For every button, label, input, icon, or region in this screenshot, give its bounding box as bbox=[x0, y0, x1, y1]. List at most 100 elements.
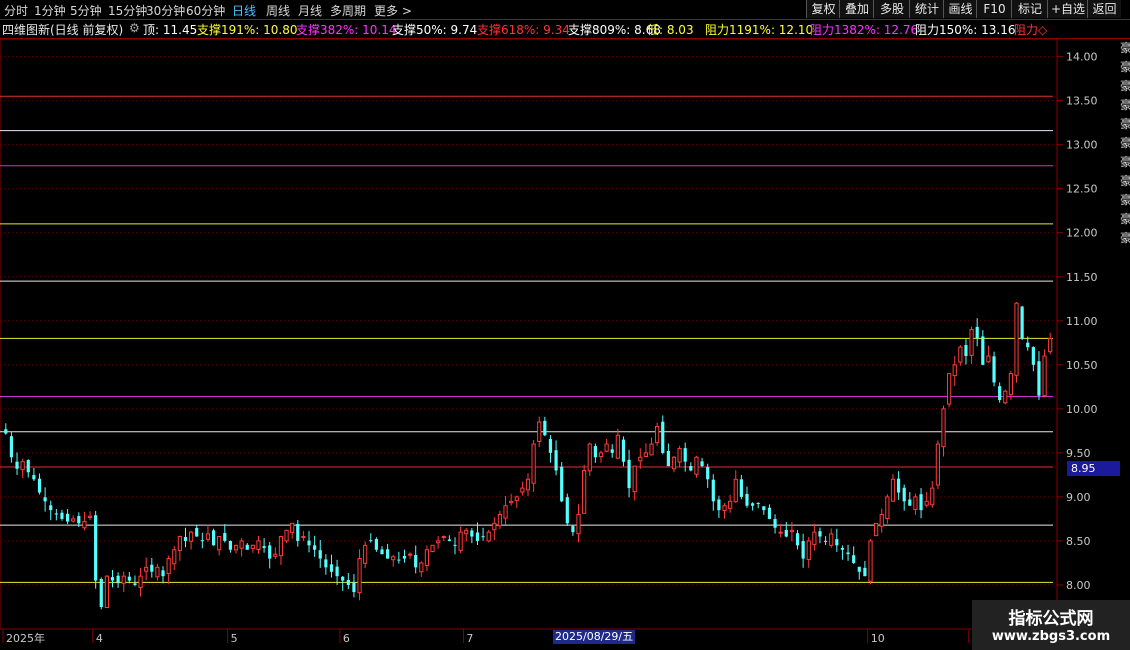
candle-body bbox=[1008, 373, 1013, 396]
candle-body bbox=[87, 515, 93, 519]
candle-body bbox=[407, 553, 413, 556]
candle-body bbox=[161, 570, 165, 577]
candle-body bbox=[919, 494, 923, 511]
candle-body bbox=[1031, 347, 1035, 365]
candle-body bbox=[868, 540, 873, 582]
candle-body bbox=[598, 452, 604, 458]
candle-body bbox=[683, 448, 687, 462]
candle-body bbox=[374, 539, 378, 550]
candle-body bbox=[189, 531, 194, 542]
toolbar-button[interactable]: 标记 bbox=[1011, 0, 1048, 18]
timeframe-tab[interactable]: 15分钟 bbox=[108, 2, 147, 19]
timeframe-tab[interactable]: 周线 bbox=[266, 2, 290, 19]
candle-body bbox=[812, 531, 817, 545]
candle-body bbox=[857, 566, 861, 572]
x-tick-label: 7 bbox=[466, 632, 473, 645]
indicator-title[interactable]: 四维图新(日线 前复权) bbox=[2, 21, 123, 38]
candle-body bbox=[324, 559, 328, 568]
candle-body bbox=[773, 518, 777, 528]
timeframe-tab[interactable]: 日线 bbox=[232, 2, 256, 19]
toolbar-button[interactable]: 复权 bbox=[806, 0, 840, 18]
candle-body bbox=[121, 575, 126, 584]
candle-body bbox=[256, 540, 261, 550]
candle-body bbox=[795, 533, 800, 546]
candle-body bbox=[874, 522, 879, 537]
candle-body bbox=[200, 540, 204, 542]
candle-body bbox=[4, 429, 8, 434]
candle-body bbox=[560, 466, 564, 502]
candle-body bbox=[262, 546, 266, 548]
candle-body bbox=[453, 544, 457, 546]
toolbar-button[interactable]: F10 bbox=[976, 0, 1012, 18]
indicator-value: 支撑50%: 9.74 bbox=[392, 23, 478, 37]
candle-body bbox=[464, 529, 469, 535]
timeframe-toolbar: 分时 1分钟 5分钟 15分钟 30分钟 60分钟 日线 周线 月线 多周期 更多 > 复权 叠加 多股统… bbox=[0, 0, 1130, 20]
side-panel-strip: 豪豪豪豪豪豪豪豪豪豪豪 bbox=[1120, 41, 1130, 245]
candle-body bbox=[627, 459, 631, 489]
timeframe-tab[interactable]: 分时 bbox=[4, 2, 28, 19]
candle-body bbox=[15, 461, 19, 469]
candle-body bbox=[20, 461, 25, 471]
toolbar-button[interactable]: 画线 bbox=[943, 0, 977, 18]
candle-body bbox=[890, 478, 896, 502]
x-tick-label: 6 bbox=[343, 632, 350, 645]
candle-body bbox=[700, 461, 704, 467]
candle-body bbox=[762, 506, 766, 511]
candle-body bbox=[497, 514, 503, 527]
candle-body bbox=[750, 503, 755, 506]
candle-body bbox=[615, 434, 620, 459]
candle-body bbox=[829, 533, 834, 546]
x-tick-label: 2025年 bbox=[6, 631, 45, 645]
candle-body bbox=[543, 420, 547, 436]
candle-body bbox=[481, 536, 485, 538]
candle-body bbox=[986, 355, 991, 363]
toolbar-button[interactable]: 叠加 bbox=[839, 0, 874, 18]
timeframe-tab[interactable]: 更多 > bbox=[374, 2, 412, 19]
candle-body bbox=[166, 558, 171, 575]
candlestick-chart[interactable]: 14.00 13.50 13.00 12.50 12.00 11.50 11.00 10.50… bbox=[0, 39, 1120, 650]
settings-gear-icon[interactable]: ⚙ bbox=[129, 21, 140, 35]
timeframe-tab[interactable]: 30分钟 bbox=[146, 2, 185, 19]
y-tick-label: 13.50 bbox=[1066, 95, 1098, 108]
candle-body bbox=[116, 575, 120, 584]
y-tick-label: 10.50 bbox=[1066, 359, 1098, 372]
toolbar-button[interactable]: 多股 bbox=[873, 0, 910, 18]
candle-body bbox=[806, 540, 811, 560]
candle-body bbox=[133, 583, 137, 585]
y-tick-label: 12.50 bbox=[1066, 183, 1098, 196]
candle-body bbox=[902, 487, 906, 502]
y-tick-label: 14.00 bbox=[1066, 51, 1098, 64]
candle-body bbox=[835, 539, 839, 546]
candle-body bbox=[150, 564, 154, 572]
candle-body bbox=[386, 549, 390, 559]
timeframe-tab[interactable]: 5分钟 bbox=[70, 2, 102, 19]
candle-body bbox=[273, 553, 278, 557]
timeframe-tab[interactable]: 多周期 bbox=[330, 2, 366, 19]
candle-body bbox=[65, 513, 70, 522]
timeframe-tab[interactable]: 月线 bbox=[298, 2, 322, 19]
candle-body bbox=[784, 530, 788, 537]
candle-body bbox=[458, 531, 463, 551]
candle-body bbox=[964, 345, 968, 357]
candle-body bbox=[9, 436, 14, 458]
candle-body bbox=[525, 478, 531, 491]
candle-body bbox=[975, 326, 979, 339]
candle-body bbox=[947, 373, 952, 405]
timeframe-tab[interactable]: 60分钟 bbox=[186, 2, 225, 19]
candle-body bbox=[745, 493, 749, 506]
candle-body bbox=[885, 496, 890, 520]
timeframe-tab[interactable]: 1分钟 bbox=[34, 2, 66, 19]
indicator-value: 阻力150%: 13.16 bbox=[915, 23, 1016, 37]
candle-body bbox=[380, 549, 384, 555]
candle-body bbox=[711, 479, 715, 502]
candle-body bbox=[671, 456, 677, 470]
candle-body bbox=[778, 531, 783, 534]
candle-body bbox=[908, 499, 912, 506]
toolbar-button[interactable]: 返回 bbox=[1087, 0, 1121, 18]
candle-body bbox=[666, 450, 670, 467]
toolbar-button[interactable]: +自选 bbox=[1047, 0, 1088, 18]
candle-body bbox=[71, 518, 76, 522]
candle-body bbox=[1003, 390, 1008, 404]
candle-body bbox=[632, 465, 637, 493]
toolbar-button[interactable]: 统计 bbox=[909, 0, 944, 18]
